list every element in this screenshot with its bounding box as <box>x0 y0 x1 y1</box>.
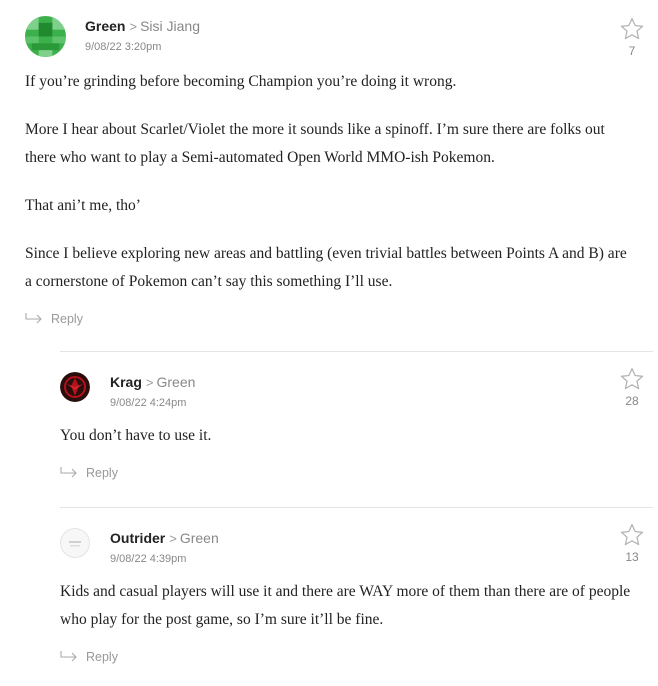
reply-arrow-icon <box>60 467 77 478</box>
red-emblem-avatar-icon <box>60 372 90 402</box>
comment-paragraph: You don’t have to use it. <box>60 427 212 444</box>
reply-label: Reply <box>51 312 83 326</box>
author-name[interactable]: Krag <box>110 374 142 390</box>
star-button[interactable]: 28 <box>619 366 645 408</box>
comment-header: Outrider > Green <box>110 530 219 548</box>
reply-button[interactable]: Reply <box>60 466 118 480</box>
avatar[interactable] <box>25 16 66 57</box>
author-name[interactable]: Green <box>85 18 125 34</box>
reply-arrow-icon <box>60 651 77 662</box>
comment-paragraph: That ani’t me, tho’ <box>25 197 141 214</box>
divider <box>60 351 653 352</box>
comment-header: Green > Sisi Jiang <box>85 18 200 36</box>
star-button[interactable]: 13 <box>619 522 645 564</box>
comment-paragraph: More I hear about Scarlet/Violet the mor… <box>25 121 605 166</box>
default-avatar-icon <box>60 528 90 558</box>
comment-paragraph: Since I believe exploring new areas and … <box>25 245 627 290</box>
avatar[interactable] <box>60 528 90 558</box>
comment-paragraph: Kids and casual players will use it and … <box>60 583 631 628</box>
star-count: 13 <box>625 550 639 564</box>
star-icon <box>620 524 644 546</box>
comment-header: Krag > Green <box>110 374 195 392</box>
reply-button[interactable]: Reply <box>60 650 118 664</box>
timestamp[interactable]: 9/08/22 4:39pm <box>110 553 186 565</box>
comment-paragraph: If you’re grinding before becoming Champ… <box>25 73 457 90</box>
timestamp[interactable]: 9/08/22 4:24pm <box>110 397 186 409</box>
reply-target[interactable]: Green <box>180 530 219 546</box>
author-name[interactable]: Outrider <box>110 530 165 546</box>
star-button[interactable]: 7 <box>619 16 645 58</box>
comment-body: If you’re grinding before becoming Champ… <box>25 68 635 316</box>
timestamp[interactable]: 9/08/22 3:20pm <box>85 41 161 53</box>
reply-separator: > <box>169 531 177 546</box>
star-icon <box>620 368 644 390</box>
reply-target[interactable]: Sisi Jiang <box>140 18 200 34</box>
star-count: 7 <box>628 44 636 58</box>
divider <box>60 507 653 508</box>
star-count: 28 <box>625 394 639 408</box>
avatar[interactable] <box>60 372 90 402</box>
reply-button[interactable]: Reply <box>25 312 83 326</box>
reply-target[interactable]: Green <box>157 374 196 390</box>
pixel-avatar-icon <box>25 16 66 57</box>
reply-label: Reply <box>86 466 118 480</box>
comment-body: Kids and casual players will use it and … <box>60 578 645 654</box>
comment-body: You don’t have to use it. <box>60 422 645 470</box>
reply-label: Reply <box>86 650 118 664</box>
reply-separator: > <box>129 19 138 34</box>
star-icon <box>620 18 644 40</box>
reply-separator: > <box>145 375 154 390</box>
reply-arrow-icon <box>25 313 42 324</box>
